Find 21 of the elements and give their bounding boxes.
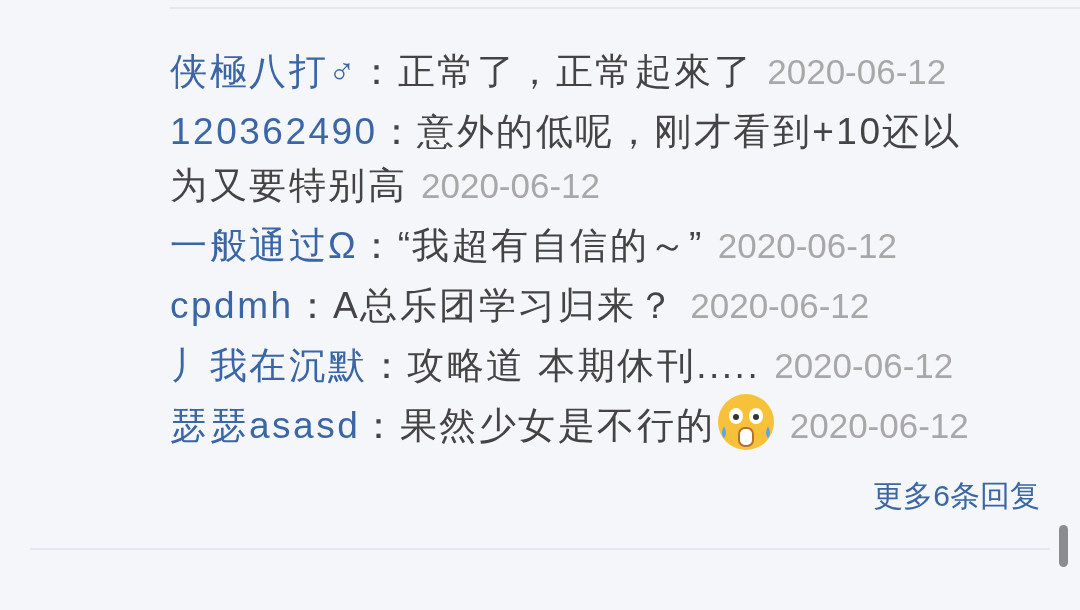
reply-text: ：A总乐团学习归来？ — [293, 285, 677, 326]
reply-text: ：果然少女是不行的 — [360, 405, 716, 446]
reply-text: ：攻略道 本期休刊..... — [367, 345, 761, 386]
user-name[interactable]: 侠極八打♂ — [170, 51, 359, 92]
reply-text: ：正常了，正常起來了 — [358, 51, 754, 92]
reply-date: 2020-06-12 — [717, 226, 897, 265]
user-name[interactable]: cpdmh — [170, 285, 294, 326]
reply-text: ：“我超有自信的～” — [358, 225, 704, 266]
reply-date: 2020-06-12 — [774, 346, 954, 385]
reply-date: 2020-06-12 — [767, 52, 947, 91]
more-replies-link[interactable]: 更多6条回复 — [873, 473, 1040, 518]
reply-text: ：意外的低呢，刚才看到+10还以 — [377, 111, 962, 152]
scrollbar-thumb[interactable] — [1059, 525, 1068, 567]
user-name[interactable]: 一般通过Ω — [170, 225, 359, 266]
reply-text: 为又要特别高 — [170, 165, 407, 206]
user-name[interactable]: 丿我在沉默 — [170, 345, 368, 386]
reply-date: 2020-06-12 — [421, 166, 601, 205]
user-name[interactable]: 120362490 — [170, 111, 378, 152]
reply-date: 2020-06-12 — [690, 286, 870, 325]
reply-date: 2020-06-12 — [789, 406, 969, 445]
user-name[interactable]: 瑟瑟asasd — [170, 405, 361, 446]
